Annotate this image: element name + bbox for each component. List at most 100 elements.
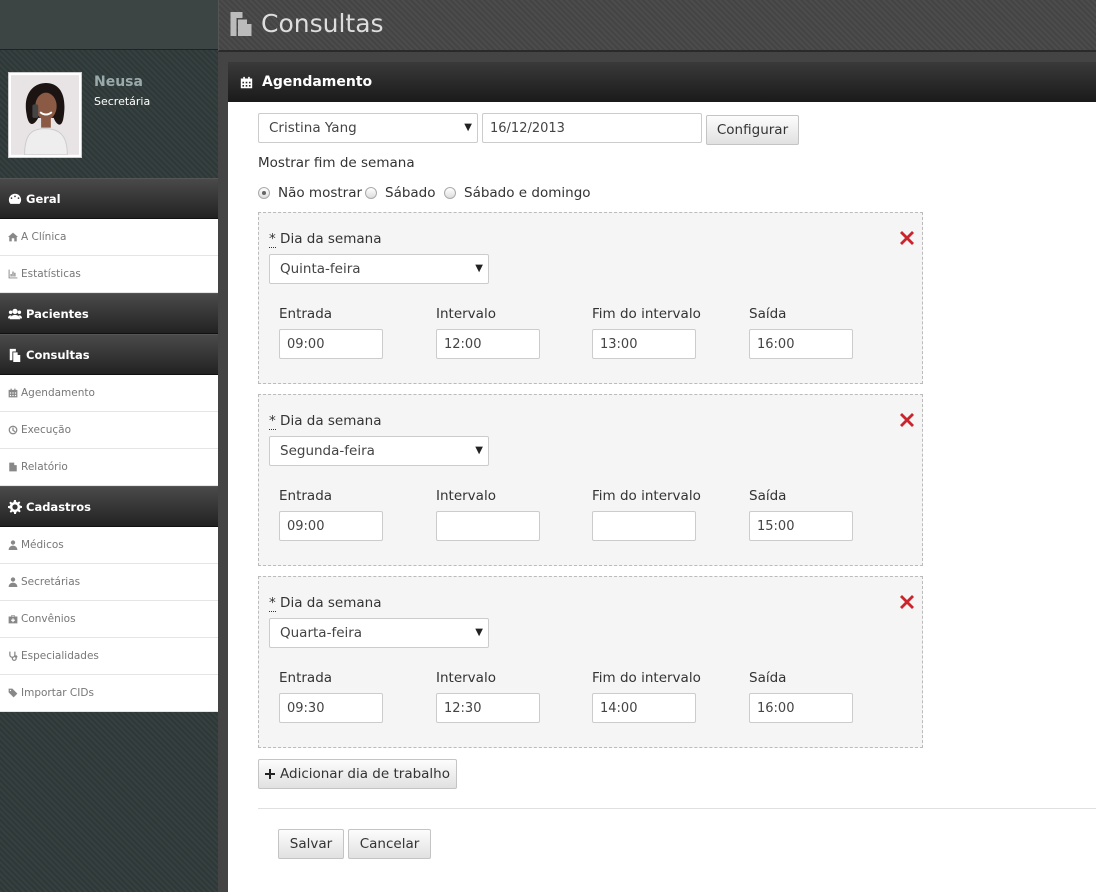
intervalo-input[interactable] <box>436 693 540 723</box>
panel-header: Agendamento <box>228 62 1096 102</box>
day-label: * Dia da semana <box>269 231 382 248</box>
entrada-input[interactable] <box>279 511 383 541</box>
fim-intervalo-input[interactable] <box>592 511 696 541</box>
sidebar-item-estatisticas[interactable]: Estatísticas <box>0 256 218 293</box>
entrada-label: Entrada <box>279 306 333 322</box>
nav-section-geral[interactable]: Geral <box>0 178 218 219</box>
save-button[interactable]: Salvar <box>278 829 344 859</box>
doctor-select-value: Cristina Yang <box>269 120 357 136</box>
entrada-input[interactable] <box>279 329 383 359</box>
logo-area <box>0 0 218 50</box>
sidebar-item-label: Estatísticas <box>21 268 81 280</box>
sidebar-item-convenios[interactable]: Convênios <box>0 601 218 638</box>
work-day-block: * Dia da semana Quinta-feira ▼ Entrada I… <box>258 212 923 384</box>
saida-label: Saída <box>749 488 787 504</box>
fim-intervalo-input[interactable] <box>592 329 696 359</box>
intervalo-input[interactable] <box>436 329 540 359</box>
calendar-icon <box>8 388 18 398</box>
cancel-button[interactable]: Cancelar <box>348 829 431 859</box>
gear-icon <box>8 499 22 514</box>
intervalo-label: Intervalo <box>436 670 496 686</box>
saida-input[interactable] <box>749 693 853 723</box>
nav-section-pacientes[interactable]: Pacientes <box>0 293 218 334</box>
day-select-value: Quinta-feira <box>280 261 361 277</box>
stethoscope-icon <box>9 651 18 661</box>
radio-label: Sábado e domingo <box>464 185 591 201</box>
sidebar-item-label: A Clínica <box>21 231 67 243</box>
day-label: * Dia da semana <box>269 413 382 430</box>
fim-intervalo-label: Fim do intervalo <box>592 488 701 504</box>
sidebar-item-importar-cids[interactable]: Importar CIDs <box>0 675 218 712</box>
divider <box>258 808 1096 809</box>
home-icon <box>8 232 18 242</box>
files-icon <box>230 12 252 36</box>
radio-label: Não mostrar <box>278 185 363 201</box>
sidebar-item-relatorio[interactable]: Relatório <box>0 449 218 486</box>
day-select[interactable]: Quinta-feira ▼ <box>269 254 489 284</box>
day-label: * Dia da semana <box>269 595 382 612</box>
top-bar: Consultas <box>218 0 1096 52</box>
day-select[interactable]: Segunda-feira ▼ <box>269 436 489 466</box>
sidebar-item-medicos[interactable]: Médicos <box>0 527 218 564</box>
users-icon <box>8 308 22 319</box>
fim-intervalo-label: Fim do intervalo <box>592 306 701 322</box>
sidebar-item-label: Relatório <box>21 461 68 473</box>
radio-sabado-domingo[interactable] <box>444 187 456 199</box>
sidebar: Neusa Secretária Geral A Clínica Estatís… <box>0 0 218 892</box>
sidebar-item-label: Execução <box>21 424 72 436</box>
sidebar-item-clinica[interactable]: A Clínica <box>0 219 218 256</box>
medkit-icon <box>8 615 18 624</box>
delete-icon[interactable] <box>900 413 914 427</box>
chevron-down-icon: ▼ <box>475 263 483 274</box>
weekend-label: Mostrar fim de semana <box>258 155 415 171</box>
user-name: Neusa <box>94 74 143 90</box>
nav-section-label: Pacientes <box>26 306 89 321</box>
chevron-down-icon: ▼ <box>475 627 483 638</box>
sidebar-item-label: Especialidades <box>21 650 99 662</box>
add-work-day-button[interactable]: Adicionar dia de trabalho <box>258 759 457 789</box>
saida-input[interactable] <box>749 329 853 359</box>
page-title: Consultas <box>261 9 384 38</box>
chevron-down-icon: ▼ <box>475 445 483 456</box>
delete-icon[interactable] <box>900 595 914 609</box>
sidebar-item-especialidades[interactable]: Especialidades <box>0 638 218 675</box>
sidebar-item-label: Importar CIDs <box>21 687 94 699</box>
nav-section-label: Geral <box>26 191 61 206</box>
sidebar-item-execucao[interactable]: Execução <box>0 412 218 449</box>
sidebar-item-label: Médicos <box>21 539 64 551</box>
delete-icon[interactable] <box>900 231 914 245</box>
entrada-input[interactable] <box>279 693 383 723</box>
date-input[interactable] <box>482 113 702 143</box>
saida-input[interactable] <box>749 511 853 541</box>
configure-button[interactable]: Configurar <box>706 115 799 145</box>
work-day-block: * Dia da semana Quarta-feira ▼ Entrada I… <box>258 576 923 748</box>
sidebar-item-secretarias[interactable]: Secretárias <box>0 564 218 601</box>
sidebar-item-agendamento[interactable]: Agendamento <box>0 375 218 412</box>
nav-section-consultas[interactable]: Consultas <box>0 334 218 375</box>
radio-label: Sábado <box>385 185 436 201</box>
avatar <box>8 72 82 158</box>
doctor-select[interactable]: Cristina Yang ▼ <box>258 113 478 143</box>
intervalo-input[interactable] <box>436 511 540 541</box>
tags-icon <box>8 688 18 698</box>
nav-section-label: Cadastros <box>26 499 91 514</box>
sidebar-item-label: Agendamento <box>21 387 95 399</box>
panel-title: Agendamento <box>262 74 373 90</box>
radio-sabado[interactable] <box>365 187 377 199</box>
fim-intervalo-input[interactable] <box>592 693 696 723</box>
day-select-value: Quarta-feira <box>280 625 363 641</box>
radio-nao-mostrar[interactable] <box>258 187 270 199</box>
sidebar-item-label: Secretárias <box>21 576 81 588</box>
avatar-photo <box>11 75 79 155</box>
entrada-label: Entrada <box>279 670 333 686</box>
bar-chart-icon <box>8 269 18 279</box>
day-select[interactable]: Quarta-feira ▼ <box>269 618 489 648</box>
user-profile: Neusa Secretária <box>0 50 218 178</box>
nav-section-cadastros[interactable]: Cadastros <box>0 486 218 527</box>
user-icon <box>8 577 18 587</box>
sidebar-nav: Geral A Clínica Estatísticas Pacientes C… <box>0 178 218 712</box>
files-icon <box>9 348 21 362</box>
intervalo-label: Intervalo <box>436 488 496 504</box>
saida-label: Saída <box>749 670 787 686</box>
user-role: Secretária <box>94 95 151 108</box>
